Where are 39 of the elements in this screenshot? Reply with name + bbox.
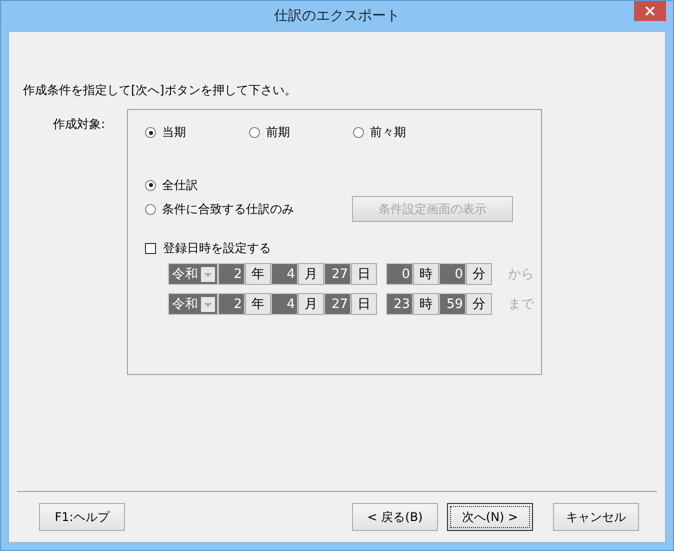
period-radio[interactable]: 前々期 [353, 124, 457, 141]
scope-radio[interactable]: 条件に合致する仕訳のみ [145, 200, 294, 218]
unit-label: 分 [466, 293, 492, 315]
close-button[interactable] [634, 1, 666, 21]
unit-label: 時 [413, 263, 439, 285]
number-field[interactable]: 4 [271, 293, 298, 315]
number-field[interactable]: 2 [218, 293, 245, 315]
era-dropdown[interactable]: 令和 [168, 293, 218, 315]
close-icon [645, 6, 655, 16]
range-suffix: から [508, 266, 534, 283]
dialog-button[interactable]: 次へ(N) > [447, 503, 533, 531]
number-field[interactable]: 0 [439, 263, 466, 285]
era-dropdown[interactable]: 令和 [168, 263, 218, 285]
unit-label: 年 [245, 263, 271, 285]
number-field[interactable]: 27 [324, 263, 351, 285]
window-title: 仕訳のエクスポート [274, 7, 400, 25]
range-suffix: まで [508, 296, 534, 313]
unit-label: 時 [413, 293, 439, 315]
period-radio[interactable]: 前期 [249, 124, 353, 141]
unit-label: 年 [245, 293, 271, 315]
number-field[interactable]: 0 [386, 263, 413, 285]
number-field[interactable]: 4 [271, 263, 298, 285]
number-field[interactable]: 27 [324, 293, 351, 315]
target-label: 作成対象: [52, 116, 106, 133]
number-field[interactable]: 23 [386, 293, 413, 315]
scope-radio[interactable]: 全仕訳 [145, 176, 198, 194]
number-field[interactable]: 2 [218, 263, 245, 285]
unit-label: 月 [298, 263, 324, 285]
dialog-button[interactable]: キャンセル [553, 503, 639, 531]
unit-label: 分 [466, 263, 492, 285]
unit-label: 日 [351, 263, 377, 285]
number-field[interactable]: 59 [439, 293, 466, 315]
help-button[interactable]: F1:ヘルプ [39, 503, 125, 531]
unit-label: 月 [298, 293, 324, 315]
dialog-button[interactable]: < 戻る(B) [352, 503, 438, 531]
period-radio[interactable]: 当期 [145, 124, 249, 141]
unit-label: 日 [351, 293, 377, 315]
date-checkbox[interactable]: 登録日時を設定する [145, 240, 541, 257]
instruction-text: 作成条件を指定して[次へ]ボタンを押して下さい。 [23, 82, 298, 99]
